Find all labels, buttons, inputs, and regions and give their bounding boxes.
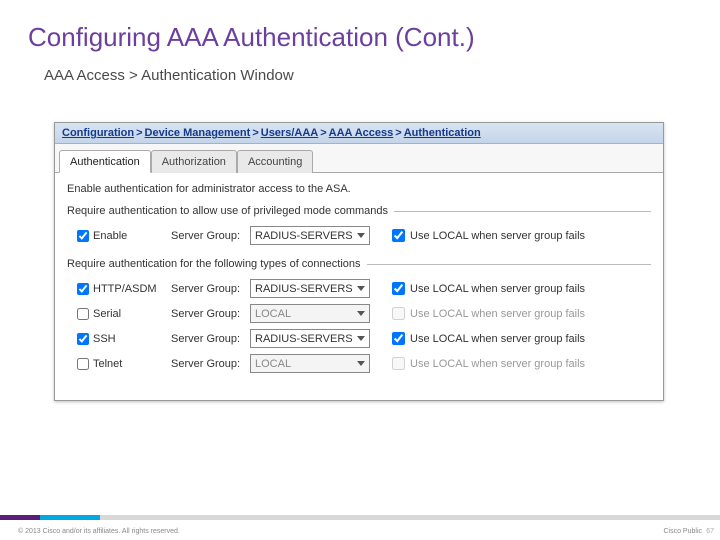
breadcrumb-sep: > <box>250 127 260 139</box>
telnet-label: Telnet <box>93 358 122 370</box>
server-group-select[interactable]: LOCAL <box>250 354 370 373</box>
accent-seg-grey <box>100 515 720 520</box>
serial-check-cell[interactable]: Serial <box>77 308 167 320</box>
breadcrumb-item[interactable]: AAA Access <box>329 127 394 139</box>
http-check-cell[interactable]: HTTP/ASDM <box>77 283 167 295</box>
use-local-checkbox[interactable] <box>392 332 405 345</box>
server-group-label: Server Group: <box>171 333 246 345</box>
fieldset-connections: Require authentication for the following… <box>67 258 651 376</box>
auth-row-http: HTTP/ASDM Server Group: RADIUS-SERVERS U… <box>67 276 651 301</box>
slide-title: Configuring AAA Authentication (Cont.) <box>0 0 720 53</box>
breadcrumb-item[interactable]: Device Management <box>145 127 251 139</box>
telnet-checkbox[interactable] <box>77 358 89 370</box>
use-local-cell[interactable]: Use LOCAL when server group fails <box>386 282 651 295</box>
auth-row-enable: Enable Server Group: RADIUS-SERVERS Use … <box>67 223 651 248</box>
server-group-value: RADIUS-SERVERS <box>255 283 353 295</box>
footer-accent-bar <box>0 515 720 520</box>
use-local-checkbox[interactable] <box>392 282 405 295</box>
breadcrumb-item[interactable]: Users/AAA <box>261 127 318 139</box>
chevron-down-icon <box>357 336 365 341</box>
breadcrumb-item[interactable]: Authentication <box>404 127 481 139</box>
use-local-cell: Use LOCAL when server group fails <box>386 307 651 320</box>
enable-check-cell[interactable]: Enable <box>77 230 167 242</box>
divider-line <box>394 211 651 212</box>
server-group-value: RADIUS-SERVERS <box>255 333 353 345</box>
serial-checkbox[interactable] <box>77 308 89 320</box>
ssh-label: SSH <box>93 333 116 345</box>
footer-page-number: 67 <box>706 528 714 535</box>
server-group-value: LOCAL <box>255 308 291 320</box>
auth-row-ssh: SSH Server Group: RADIUS-SERVERS Use LOC… <box>67 326 651 351</box>
use-local-checkbox <box>392 357 405 370</box>
auth-row-serial: Serial Server Group: LOCAL Use LOCAL whe… <box>67 301 651 326</box>
telnet-check-cell[interactable]: Telnet <box>77 358 167 370</box>
config-panel: Configuration>Device Management>Users/AA… <box>54 122 664 401</box>
fieldset-legend: Require authentication for the following… <box>67 258 651 270</box>
breadcrumb-sep: > <box>134 127 144 139</box>
enable-label: Enable <box>93 230 127 242</box>
chevron-down-icon <box>357 286 365 291</box>
use-local-cell[interactable]: Use LOCAL when server group fails <box>386 332 651 345</box>
footer-right-text: Cisco Public <box>663 528 702 535</box>
fieldset-legend: Require authentication to allow use of p… <box>67 205 651 217</box>
ssh-check-cell[interactable]: SSH <box>77 333 167 345</box>
breadcrumb-sep: > <box>393 127 403 139</box>
chevron-down-icon <box>357 233 365 238</box>
use-local-label: Use LOCAL when server group fails <box>410 358 585 370</box>
chevron-down-icon <box>357 311 365 316</box>
slide-footer: © 2013 Cisco and/or its affiliates. All … <box>0 508 720 540</box>
footer-copyright: © 2013 Cisco and/or its affiliates. All … <box>18 528 180 535</box>
use-local-checkbox <box>392 307 405 320</box>
use-local-label: Use LOCAL when server group fails <box>410 333 585 345</box>
server-group-label: Server Group: <box>171 283 246 295</box>
divider-line <box>367 264 651 265</box>
server-group-value: RADIUS-SERVERS <box>255 230 353 242</box>
tab-body: Enable authentication for administrator … <box>55 172 663 400</box>
use-local-cell[interactable]: Use LOCAL when server group fails <box>386 229 651 242</box>
tab-authorization[interactable]: Authorization <box>151 150 237 173</box>
use-local-cell: Use LOCAL when server group fails <box>386 357 651 370</box>
slide-subtitle: AAA Access > Authentication Window <box>0 53 720 84</box>
chevron-down-icon <box>357 361 365 366</box>
fieldset-legend-text: Require authentication to allow use of p… <box>67 205 388 217</box>
http-label: HTTP/ASDM <box>93 283 157 295</box>
breadcrumb-item[interactable]: Configuration <box>62 127 134 139</box>
ssh-checkbox[interactable] <box>77 333 89 345</box>
use-local-label: Use LOCAL when server group fails <box>410 230 585 242</box>
fieldset-legend-text: Require authentication for the following… <box>67 258 361 270</box>
server-group-label: Server Group: <box>171 230 246 242</box>
server-group-select[interactable]: RADIUS-SERVERS <box>250 329 370 348</box>
accent-seg-purple <box>0 515 40 520</box>
use-local-label: Use LOCAL when server group fails <box>410 283 585 295</box>
tab-accounting[interactable]: Accounting <box>237 150 313 173</box>
panel-description: Enable authentication for administrator … <box>67 183 651 195</box>
accent-seg-blue <box>40 515 100 520</box>
breadcrumb: Configuration>Device Management>Users/AA… <box>55 123 663 144</box>
serial-label: Serial <box>93 308 121 320</box>
server-group-select[interactable]: RADIUS-SERVERS <box>250 279 370 298</box>
fieldset-privileged: Require authentication to allow use of p… <box>67 205 651 248</box>
use-local-label: Use LOCAL when server group fails <box>410 308 585 320</box>
breadcrumb-sep: > <box>318 127 328 139</box>
server-group-select[interactable]: LOCAL <box>250 304 370 323</box>
server-group-label: Server Group: <box>171 358 246 370</box>
server-group-value: LOCAL <box>255 358 291 370</box>
http-checkbox[interactable] <box>77 283 89 295</box>
use-local-checkbox[interactable] <box>392 229 405 242</box>
enable-checkbox[interactable] <box>77 230 89 242</box>
tab-authentication[interactable]: Authentication <box>59 150 151 173</box>
server-group-select[interactable]: RADIUS-SERVERS <box>250 226 370 245</box>
server-group-label: Server Group: <box>171 308 246 320</box>
auth-row-telnet: Telnet Server Group: LOCAL Use LOCAL whe… <box>67 351 651 376</box>
tab-strip: Authentication Authorization Accounting <box>55 144 663 173</box>
